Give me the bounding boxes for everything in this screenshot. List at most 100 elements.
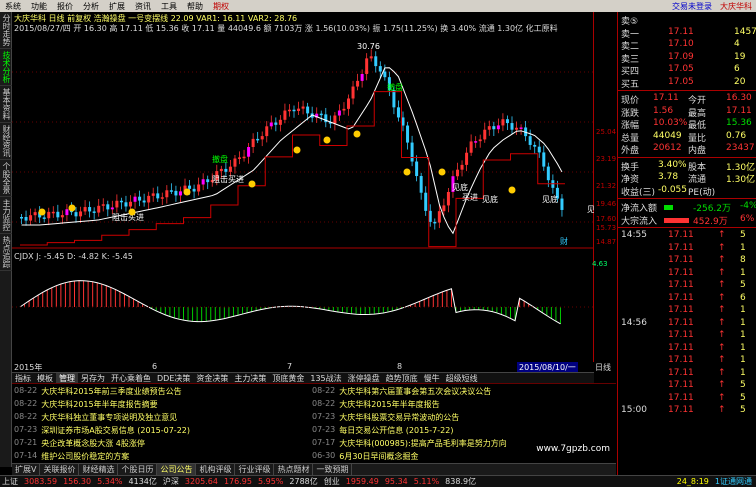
news-title[interactable]: 每日交易公开信息 (2015-7-22) — [339, 425, 453, 438]
candle-body — [292, 109, 296, 112]
news-item-left-4[interactable]: 07-21 央企改革概念股大涨 4股涨停 — [14, 438, 190, 451]
menu-item-4[interactable]: 扩展 — [104, 1, 130, 12]
news-tab-7[interactable]: 热点题材 — [274, 464, 314, 475]
news-title[interactable]: 大庆华科(000985):提高产品毛利率是努力方向 — [339, 438, 506, 451]
left-tab-1[interactable]: 技术分析 — [0, 49, 12, 86]
price-tick-2: 21.32 — [596, 182, 617, 190]
indicator-tab-0[interactable]: 指标 — [12, 373, 34, 384]
menu-right-link-0[interactable]: 交易未登录 — [672, 1, 712, 12]
news-title[interactable]: 深圳证券市场A股交易信息 (2015-07-22) — [41, 425, 190, 438]
stat-label2: 股本 — [688, 162, 707, 173]
indicator-tab-5[interactable]: DDE决策 — [154, 373, 193, 384]
menu-item-0[interactable]: 系统 — [0, 1, 26, 12]
stat-label2: 量比 — [688, 133, 707, 144]
left-tab-5[interactable]: 主力监控 — [0, 197, 12, 234]
indicator-tab-9[interactable]: 135战法 — [307, 373, 344, 384]
tick-price: 17.11 — [668, 355, 694, 365]
date-label-3: 8 — [397, 362, 403, 371]
left-tab-4[interactable]: 个股全景 — [0, 160, 12, 197]
news-date: 07-17 — [312, 438, 336, 447]
flow-bar — [664, 217, 689, 223]
indicator-tab-3[interactable]: 另存为 — [78, 373, 108, 384]
news-title[interactable]: 大庆华科2015年半年度报告 — [339, 399, 439, 412]
indicator-tab-12[interactable]: 慢牛 — [421, 373, 443, 384]
news-title[interactable]: 大庆华科独立董事专项说明及独立意见 — [41, 412, 177, 425]
candle-body — [251, 138, 255, 148]
indicator-tab-10[interactable]: 涨停操盘 — [345, 373, 383, 384]
news-tabs: 扩展V 关联报价 财经精选 个股日历 公司公告 机构评级 行业评级 热点题材 一致预期 — [12, 463, 616, 475]
news-item-left-2[interactable]: 08-22 大庆华科独立董事专项说明及独立意见 — [14, 412, 190, 425]
sz-label: 沪深 — [162, 477, 179, 486]
coin-icon — [323, 136, 331, 144]
sz-amount: 2788亿 — [289, 477, 318, 486]
menu-item-6[interactable]: 工具 — [156, 1, 182, 12]
news-tab-5[interactable]: 机构评级 — [196, 464, 236, 475]
tick-price: 17.11 — [668, 267, 694, 278]
indicator-tab-7[interactable]: 主力决策 — [231, 373, 269, 384]
tick-price: 17.11 — [668, 305, 694, 315]
candle-body — [478, 139, 482, 142]
news-tab-1[interactable]: 关联报价 — [40, 464, 80, 475]
news-title[interactable]: 大庆华科2015年半年度报告摘要 — [41, 399, 157, 412]
news-tab-3[interactable]: 个股日历 — [118, 464, 158, 475]
news-tab-8[interactable]: 一致预期 — [313, 464, 353, 475]
left-tab-2[interactable]: 基本资料 — [0, 86, 12, 123]
indicator-tab-2[interactable]: 管理 — [56, 372, 78, 384]
tick-arrow: ↑ — [718, 342, 726, 353]
candle-body — [415, 161, 419, 177]
candle-body — [24, 217, 28, 221]
indicator-tab-1[interactable]: 模板 — [34, 373, 56, 384]
menu-item-options[interactable]: 期权 — [208, 1, 234, 12]
news-item-right-4[interactable]: 07-17 大庆华科(000985):提高产品毛利率是努力方向 — [312, 438, 507, 451]
indicator-tab-4[interactable]: 开心乘着鱼 — [108, 373, 154, 384]
news-tab-0[interactable]: 扩展V — [12, 464, 41, 475]
left-tab-0[interactable]: 分时走势 — [0, 12, 12, 49]
coin-icon — [68, 204, 76, 212]
indicator-tab-11[interactable]: 趋势顶底 — [383, 373, 421, 384]
tick-arrow: ↑ — [718, 267, 726, 278]
menu-item-2[interactable]: 报价 — [52, 1, 78, 12]
left-tab-6[interactable]: 热点追踪 — [0, 234, 12, 271]
news-title[interactable]: 大庆华科2015年前三季度业绩预告公告 — [41, 386, 181, 399]
kline-chart[interactable]: 撤盘撤盘见底见底阻击买进阻击买进见底买进见底财 大庆华科 日线 前复权 浩瀚操盘… — [12, 12, 608, 362]
menu-right-link-1[interactable]: 大庆华科 — [720, 1, 752, 12]
tick-arrow: ↑ — [718, 242, 726, 253]
news-column-right: 08-22 大庆华科第六届董事会第五次会议决议公告 08-22 大庆华科2015年半年… — [312, 386, 507, 464]
news-tab-6[interactable]: 行业评级 — [235, 464, 275, 475]
indicator-tab-8[interactable]: 顶底黄金 — [269, 373, 307, 384]
tick-price: 17.11 — [668, 405, 694, 415]
menu-item-3[interactable]: 分析 — [78, 1, 104, 12]
candle-body — [165, 190, 169, 198]
indicator-tab-6[interactable]: 资金决策 — [193, 373, 231, 384]
news-title[interactable]: 大庆华科股票交易异常波动的公告 — [339, 412, 459, 425]
candle-body — [29, 215, 33, 221]
menu-item-5[interactable]: 资讯 — [130, 1, 156, 12]
ask-label: 卖⑤ — [621, 17, 639, 27]
price-tick-6: 14.87 — [596, 238, 617, 246]
news-item-left-0[interactable]: 08-22 大庆华科2015年前三季度业绩预告公告 — [14, 386, 190, 399]
menu-item-7[interactable]: 帮助 — [182, 1, 208, 12]
news-tab-4[interactable]: 公司公告 — [157, 464, 197, 475]
cy-percent: 5.11% — [413, 477, 440, 486]
news-item-right-2[interactable]: 07-23 大庆华科股票交易异常波动的公告 — [312, 412, 507, 425]
tick-row-3: 17.11 ↑ 1 — [618, 268, 756, 280]
news-item-right-1[interactable]: 08-22 大庆华科2015年半年度报告 — [312, 399, 507, 412]
chart-annotation-8: 见底 — [587, 204, 594, 214]
stat-value: 3.40% — [658, 159, 687, 170]
tick-arrow: ↑ — [718, 330, 726, 340]
menu-item-1[interactable]: 功能 — [26, 1, 52, 12]
news-item-right-3[interactable]: 07-23 每日交易公开信息 (2015-7-22) — [312, 425, 507, 438]
indicator-tab-13[interactable]: 超级短线 — [443, 373, 481, 384]
news-item-right-0[interactable]: 08-22 大庆华科第六届董事会第五次会议决议公告 — [312, 386, 507, 399]
left-tab-3[interactable]: 财经资讯 — [0, 123, 12, 160]
news-title[interactable]: 央企改革概念股大涨 4股涨停 — [41, 438, 145, 451]
news-tab-2[interactable]: 财经精选 — [79, 464, 119, 475]
news-title[interactable]: 大庆华科第六届董事会第五次会议决议公告 — [339, 386, 491, 399]
candle-body — [396, 107, 400, 118]
candle-body — [42, 217, 46, 219]
news-item-left-3[interactable]: 07-23 深圳证券市场A股交易信息 (2015-07-22) — [14, 425, 190, 438]
news-item-left-1[interactable]: 08-22 大庆华科2015年半年度报告摘要 — [14, 399, 190, 412]
stat-row-1: 涨跌 1.56 最高 17.11 — [618, 106, 756, 119]
candle-body — [133, 196, 137, 202]
candle-body — [178, 191, 182, 196]
